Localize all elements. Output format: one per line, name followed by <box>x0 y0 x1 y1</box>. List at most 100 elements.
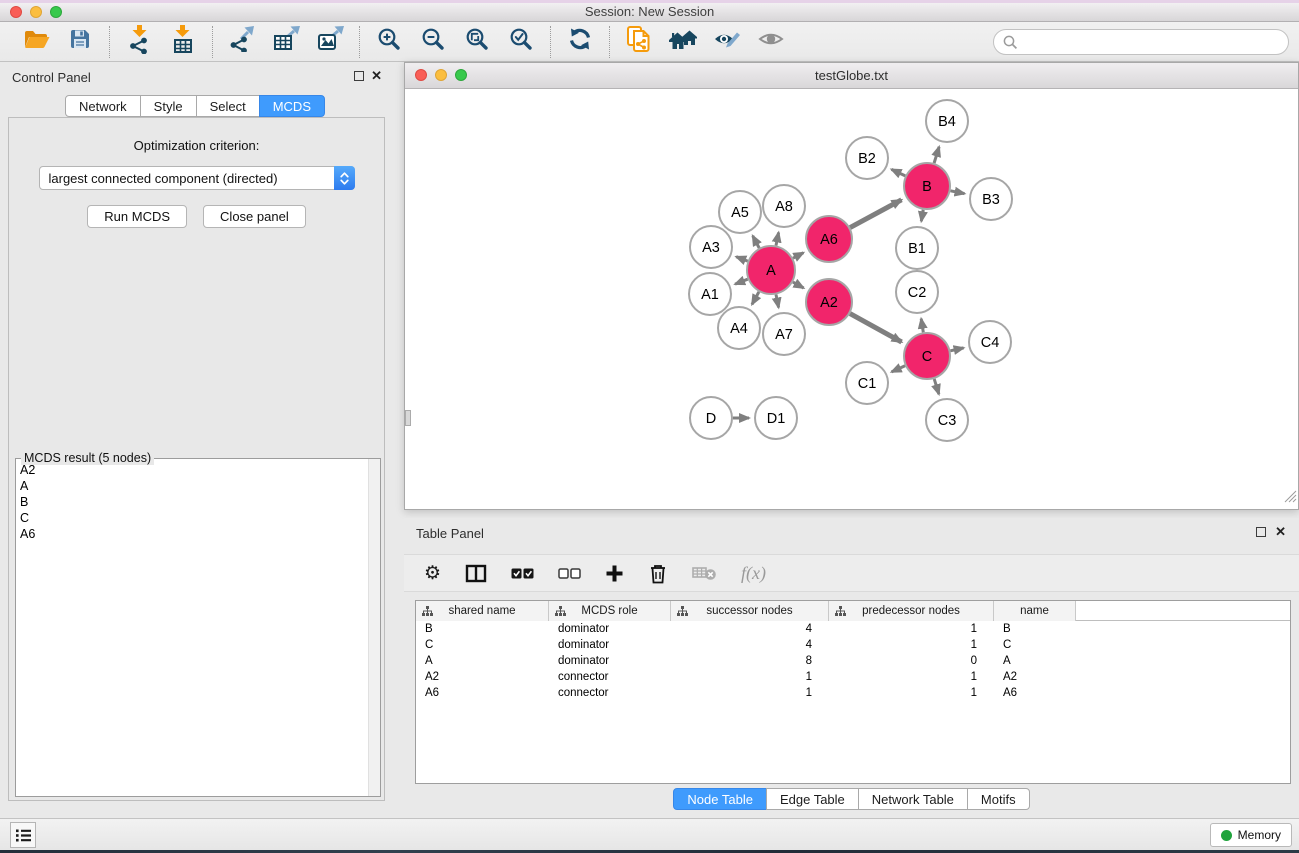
show-hide-graphics-button[interactable] <box>749 25 793 59</box>
criterion-dropdown[interactable]: largest connected component (directed) <box>39 166 355 190</box>
table-cell[interactable]: dominator <box>549 637 671 653</box>
graph-edge-B-B4[interactable] <box>934 147 939 163</box>
graph-edge-A-A5[interactable] <box>753 236 760 248</box>
table-cell[interactable]: connector <box>549 669 671 685</box>
network-window-titlebar[interactable]: testGlobe.txt <box>405 63 1298 89</box>
tab-edge-table[interactable]: Edge Table <box>766 788 859 810</box>
table-cell[interactable]: connector <box>549 685 671 701</box>
graph-edge-A-A4[interactable] <box>752 292 759 305</box>
search-input[interactable] <box>1018 31 1288 53</box>
column-header-successor-nodes[interactable]: successor nodes <box>671 601 829 621</box>
tab-select[interactable]: Select <box>196 95 260 117</box>
table-row[interactable]: A2connector11A2 <box>416 669 1290 685</box>
table-cell[interactable]: dominator <box>549 653 671 669</box>
task-history-button[interactable] <box>10 822 36 848</box>
export-image-button[interactable] <box>308 25 352 59</box>
table-cell[interactable]: 4 <box>671 621 829 637</box>
deselect-all-button[interactable] <box>558 568 581 579</box>
graph-edge-A2-C[interactable] <box>850 314 902 342</box>
table-cell[interactable]: 4 <box>671 637 829 653</box>
graph-edge-A-A1[interactable] <box>735 279 748 284</box>
select-all-button[interactable] <box>511 568 534 579</box>
result-scrollbar[interactable] <box>368 459 380 796</box>
graph-edge-A-A7[interactable] <box>776 295 779 308</box>
column-header-name[interactable]: name <box>994 601 1076 621</box>
zoom-out-button[interactable] <box>411 25 455 59</box>
graph-edge-C-C1[interactable] <box>892 366 906 372</box>
save-session-button[interactable] <box>58 25 102 59</box>
table-cell[interactable]: 1 <box>829 637 994 653</box>
tab-node-table[interactable]: Node Table <box>673 788 767 810</box>
table-row[interactable]: Cdominator41C <box>416 637 1290 653</box>
run-mcds-button[interactable]: Run MCDS <box>87 205 187 228</box>
close-panel-button[interactable]: Close panel <box>203 205 306 228</box>
mcds-result-list[interactable]: A2ABCA6 <box>16 459 368 796</box>
graph-edge-A6-B[interactable] <box>850 200 901 228</box>
mcds-result-item[interactable]: A <box>20 478 368 494</box>
splitter-handle[interactable] <box>405 410 411 426</box>
table-cell[interactable]: A6 <box>416 685 549 701</box>
table-cell[interactable]: 1 <box>671 669 829 685</box>
mcds-result-item[interactable]: A6 <box>20 526 368 542</box>
table-cell[interactable]: 1 <box>829 669 994 685</box>
clone-network-button[interactable] <box>617 25 661 59</box>
float-table-panel-icon[interactable] <box>1256 527 1266 537</box>
table-cell[interactable]: B <box>994 621 1076 637</box>
graph-edge-C-C2[interactable] <box>921 319 923 333</box>
table-cell[interactable]: C <box>416 637 549 653</box>
export-table-button[interactable] <box>264 25 308 59</box>
zoom-fit-button[interactable] <box>455 25 499 59</box>
table-cell[interactable]: A2 <box>994 669 1076 685</box>
table-cell[interactable]: 0 <box>829 653 994 669</box>
float-panel-icon[interactable] <box>354 71 364 81</box>
close-table-panel-icon[interactable]: ✕ <box>1275 524 1286 540</box>
graph-edge-A-A3[interactable] <box>736 257 748 261</box>
table-cell[interactable]: B <box>416 621 549 637</box>
export-network-button[interactable] <box>220 25 264 59</box>
close-panel-icon[interactable]: ✕ <box>371 68 382 84</box>
tab-motifs[interactable]: Motifs <box>967 788 1030 810</box>
table-cell[interactable]: C <box>994 637 1076 653</box>
network-canvas[interactable]: B4B2BB3A5A8A6B1A3AA1C2A2A4A7CC4C1C3DD1 <box>405 89 1298 509</box>
network-graph[interactable]: B4B2BB3A5A8A6B1A3AA1C2A2A4A7CC4C1C3DD1 <box>405 89 1298 510</box>
tab-network-table[interactable]: Network Table <box>858 788 968 810</box>
table-cell[interactable]: 1 <box>829 685 994 701</box>
apply-function-button[interactable]: f(x) <box>741 563 766 584</box>
home-view-button[interactable] <box>661 25 705 59</box>
mcds-result-item[interactable]: C <box>20 510 368 526</box>
toggle-panel-layout-button[interactable] <box>465 564 487 583</box>
table-cell[interactable]: dominator <box>549 621 671 637</box>
delete-table-button[interactable] <box>692 565 717 581</box>
tab-style[interactable]: Style <box>140 95 197 117</box>
table-cell[interactable]: 1 <box>829 621 994 637</box>
table-cell[interactable]: A6 <box>994 685 1076 701</box>
graph-edge-B-B2[interactable] <box>892 169 906 176</box>
table-cell[interactable]: A <box>994 653 1076 669</box>
table-cell[interactable]: 1 <box>671 685 829 701</box>
table-settings-button[interactable]: ⚙ <box>424 564 441 583</box>
tab-mcds[interactable]: MCDS <box>259 95 325 117</box>
table-cell[interactable]: A2 <box>416 669 549 685</box>
graph-edge-A-A8[interactable] <box>776 233 779 246</box>
node-table[interactable]: shared nameMCDS rolesuccessor nodesprede… <box>415 600 1291 784</box>
mcds-result-item[interactable]: B <box>20 494 368 510</box>
zoom-selected-button[interactable] <box>499 25 543 59</box>
search-field[interactable] <box>993 29 1289 55</box>
column-header-predecessor-nodes[interactable]: predecessor nodes <box>829 601 994 621</box>
graph-edge-C-C4[interactable] <box>950 348 963 351</box>
table-row[interactable]: Adominator80A <box>416 653 1290 669</box>
table-cell[interactable]: 8 <box>671 653 829 669</box>
open-session-button[interactable] <box>14 25 58 59</box>
import-network-button[interactable] <box>117 25 161 59</box>
column-header-shared-name[interactable]: shared name <box>416 601 549 621</box>
table-row[interactable]: Bdominator41B <box>416 621 1290 637</box>
tab-network[interactable]: Network <box>65 95 141 117</box>
graph-edge-B-B1[interactable] <box>921 210 923 222</box>
graph-edge-A-A2[interactable] <box>793 282 804 288</box>
table-cell[interactable]: A <box>416 653 549 669</box>
add-row-button[interactable] <box>605 564 624 583</box>
resize-grip-icon[interactable] <box>1284 490 1297 508</box>
show-hide-annotations-button[interactable] <box>705 25 749 59</box>
graph-edge-A-A6[interactable] <box>793 253 803 259</box>
graph-edge-B-B3[interactable] <box>951 191 965 194</box>
